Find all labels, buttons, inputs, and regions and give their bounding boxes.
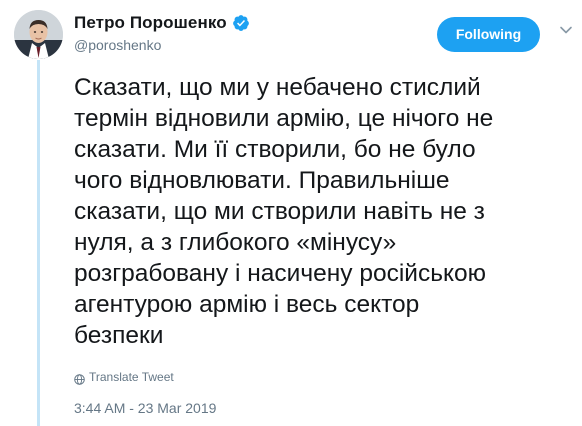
tweet-text: Сказати, що ми у небачено стислий термін… — [74, 74, 494, 349]
avatar[interactable] — [14, 10, 63, 59]
timestamp[interactable]: 3:44 AM - 23 Mar 2019 — [74, 400, 216, 416]
name-row: Петро Порошенко — [74, 12, 250, 34]
avatar-photo-icon — [14, 10, 63, 59]
chevron-down-icon[interactable] — [558, 22, 574, 38]
translate-tweet-link[interactable]: Translate Tweet — [74, 370, 174, 385]
verified-badge-icon — [232, 14, 250, 32]
translate-label: Translate Tweet — [89, 370, 174, 384]
handle[interactable]: @poroshenko — [74, 37, 250, 53]
following-button[interactable]: Following — [437, 17, 540, 52]
thread-line — [37, 60, 40, 426]
display-name[interactable]: Петро Порошенко — [74, 13, 227, 33]
globe-icon — [74, 372, 85, 385]
tweet-header: Петро Порошенко @poroshenko — [74, 12, 250, 53]
tweet-card: Петро Порошенко @poroshenko Following Ск… — [0, 0, 582, 426]
